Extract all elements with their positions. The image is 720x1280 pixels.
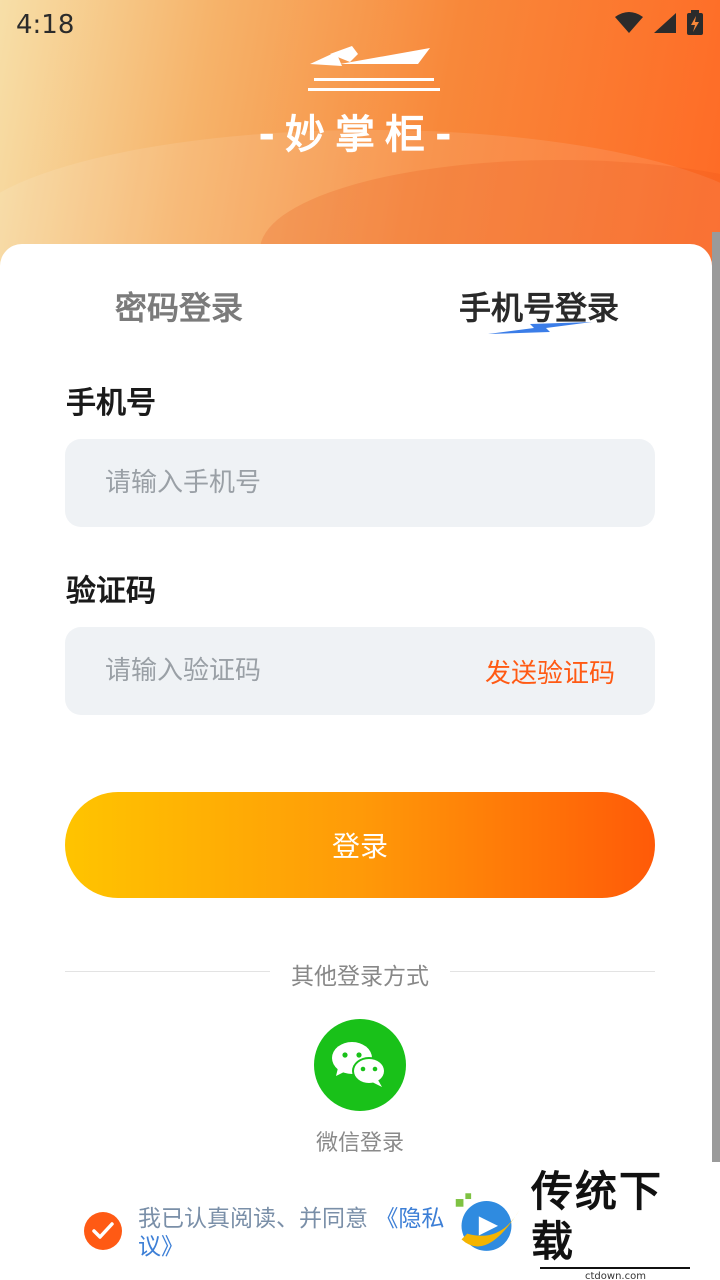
code-label: 验证码 [66,574,156,609]
agreement-statement: 我已认真阅读、并同意 [138,1206,368,1232]
phone-input-box[interactable] [65,439,655,527]
tab-password-login[interactable]: 密码登录 [115,283,243,329]
watermark-text: 传统下载 ctdown.com [531,1167,700,1280]
code-input[interactable] [105,656,485,686]
watermark-logo-icon [455,1193,520,1251]
agreement-checkbox[interactable] [84,1212,122,1250]
code-input-box[interactable]: 发送验证码 [65,627,655,715]
watermark-title: 传统下载 [530,1166,663,1266]
wechat-login-label: 微信登录 [315,1131,404,1156]
wechat-login-button[interactable] [314,1019,406,1111]
other-login-divider-text: 其他登录方式 [291,964,429,990]
logo-title: -妙掌柜- [258,112,462,158]
status-bar: 4:18 [0,0,720,50]
battery-charging-icon [686,10,704,40]
phone-label: 手机号 [66,386,156,421]
agreement-text: 我已认真阅读、并同意 《隐私议》 [138,1205,458,1261]
status-time: 4:18 [16,10,75,40]
check-icon [92,1222,114,1239]
watermark: 传统下载 ctdown.com [450,1167,700,1280]
send-code-button[interactable]: 发送验证码 [485,653,615,690]
signal-icon [652,11,678,39]
scrollbar[interactable] [712,232,720,1162]
phone-input[interactable] [105,468,615,498]
logo-mark-icon [308,46,440,91]
wechat-icon [332,1042,386,1087]
login-button[interactable]: 登录 [65,792,655,898]
wifi-icon [614,11,644,39]
app-logo: -妙掌柜- [250,42,470,162]
status-icons [614,10,704,40]
watermark-subtitle: ctdown.com [540,1266,691,1280]
active-tab-indicator [488,322,592,334]
